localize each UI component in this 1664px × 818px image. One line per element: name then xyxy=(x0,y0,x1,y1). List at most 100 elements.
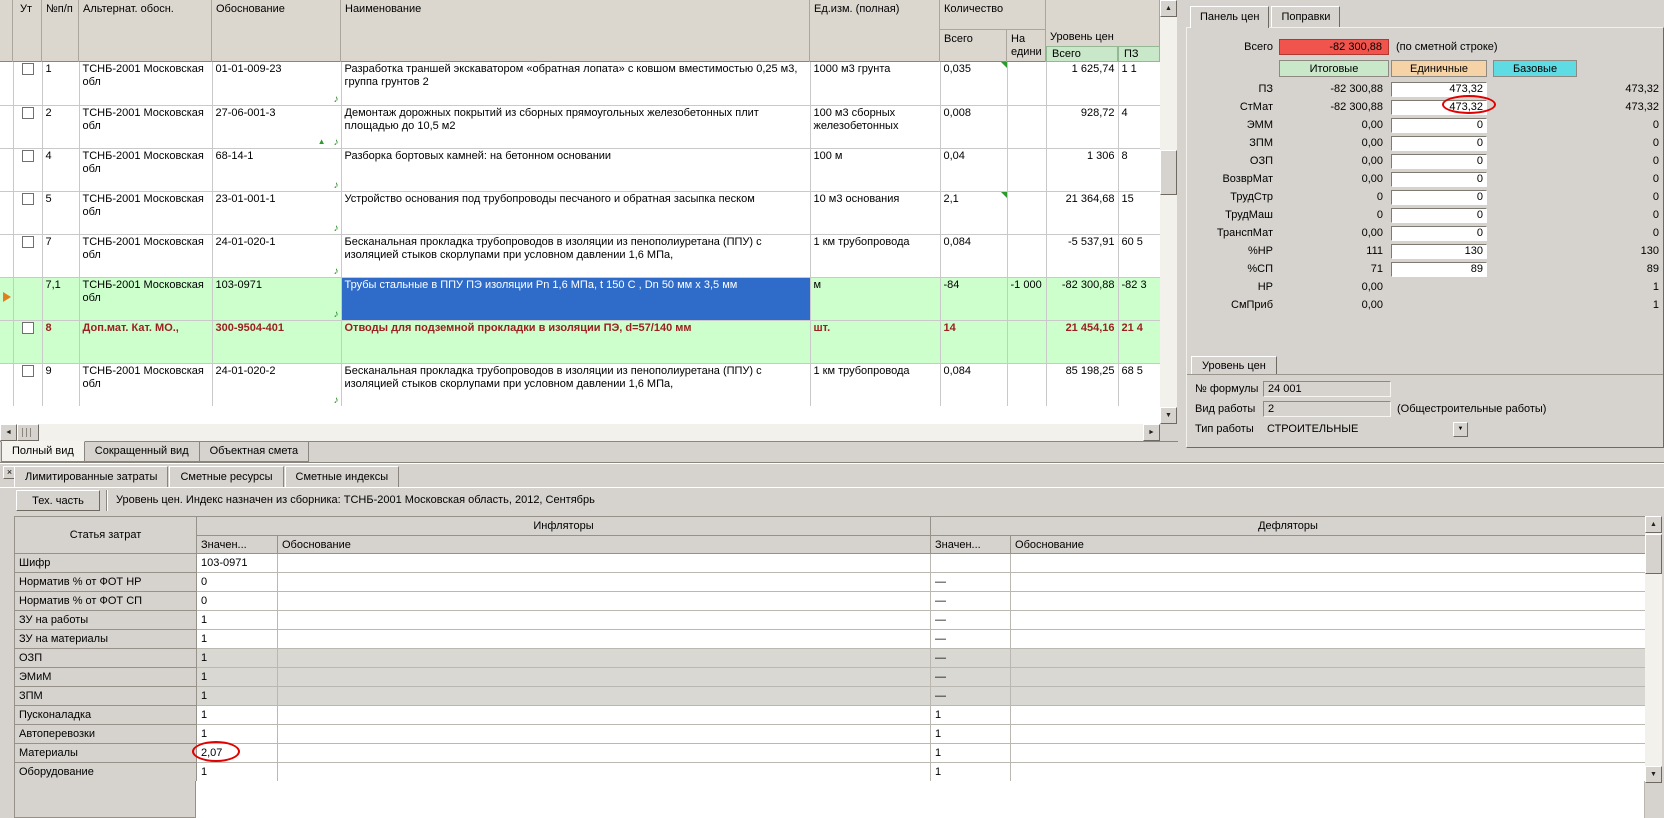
estimate-row-material[interactable]: 8 Доп.мат. Кат. МО., 300-9504-401 Отводы… xyxy=(0,320,1160,363)
formula-number-field[interactable]: 24 001 xyxy=(1263,381,1391,397)
row-checkbox[interactable] xyxy=(22,193,34,205)
row-checkbox[interactable] xyxy=(22,322,34,334)
unit-value-input[interactable]: 0 xyxy=(1391,136,1487,151)
unit-value-input[interactable]: 0 xyxy=(1391,172,1487,187)
scroll-down-button[interactable]: ▼ xyxy=(1160,407,1177,424)
deflator-value-cell[interactable]: 1 xyxy=(931,744,1011,763)
scroll-left-button[interactable]: ◄ xyxy=(0,424,17,441)
tab-short-view[interactable]: Сокращенный вид xyxy=(84,442,200,462)
worktype-kind-value[interactable]: СТРОИТЕЛЬНЫЕ xyxy=(1263,423,1453,435)
norm-icon: ♪ xyxy=(334,181,339,191)
header-name[interactable]: Наименование xyxy=(341,0,810,62)
row-qty-per-unit: -1 000 xyxy=(1007,277,1046,320)
grid-horizontal-scrollbar[interactable]: ◄ ► xyxy=(0,424,1160,441)
total-label: Всего xyxy=(1187,41,1279,53)
tab-full-view[interactable]: Полный вид xyxy=(1,441,85,462)
tab-price-level[interactable]: Уровень цен xyxy=(1191,356,1277,375)
header-quantity-per-unit[interactable]: На едини xyxy=(1007,30,1046,62)
inflator-value-cell[interactable]: 2,07 xyxy=(197,744,278,763)
inflator-value-cell[interactable]: 0 xyxy=(197,573,278,592)
price-rows: ПЗ-82 300,88473,32473,32 СтМат-82 300,88… xyxy=(1187,80,1663,314)
unit-value-input[interactable]: 0 xyxy=(1391,226,1487,241)
scroll-down-button[interactable]: ▼ xyxy=(1645,766,1662,783)
dropdown-arrow-icon[interactable]: ▼ xyxy=(1453,422,1468,437)
unit-value-input[interactable]: 130 xyxy=(1391,244,1487,259)
tab-estimate-indexes[interactable]: Сметные индексы xyxy=(285,466,400,487)
scroll-thumb[interactable] xyxy=(1160,150,1177,195)
row-checkbox[interactable] xyxy=(22,365,34,377)
unit-value-input[interactable]: 0 xyxy=(1391,118,1487,133)
inflator-value-cell[interactable]: 1 xyxy=(197,630,278,649)
estimate-row[interactable]: 7 ТСНБ-2001 Московская обл 24-01-020-1♪ … xyxy=(0,234,1160,277)
row-checkbox[interactable] xyxy=(22,107,34,119)
estimate-row[interactable]: 1 ТСНБ-2001 Московская обл 01-01-009-23♪… xyxy=(0,62,1160,105)
estimate-row-selected[interactable]: 7,1 ТСНБ-2001 Московская обл 103-0971♪ Т… xyxy=(0,277,1160,320)
estimate-row[interactable]: 4 ТСНБ-2001 Московская обл 68-14-1♪ Разб… xyxy=(0,148,1160,191)
row-name-selected-cell[interactable]: Трубы стальные в ППУ ПЭ изоляции Pn 1,6 … xyxy=(341,277,810,320)
divider xyxy=(106,490,108,511)
row-checkbox[interactable] xyxy=(22,150,34,162)
tab-object-estimate[interactable]: Объектная смета xyxy=(199,442,310,462)
tab-estimate-resources[interactable]: Сметные ресурсы xyxy=(169,466,283,487)
unit-value-input[interactable]: 0 xyxy=(1391,190,1487,205)
indexes-vertical-scrollbar[interactable]: ▲ ▼ xyxy=(1645,516,1662,783)
deflator-value-cell[interactable]: — xyxy=(931,630,1011,649)
header-justification[interactable]: Обоснование xyxy=(212,0,341,62)
header-num[interactable]: №п/п xyxy=(42,0,79,62)
header-price-total[interactable]: Всего xyxy=(1046,46,1118,62)
index-row: ЗУ на материалы1— xyxy=(15,630,1646,649)
row-checkbox[interactable] xyxy=(22,236,34,248)
inflator-value-cell[interactable]: 103-0971 xyxy=(197,554,278,573)
inflator-value-cell[interactable]: 0 xyxy=(197,592,278,611)
tech-part-button[interactable]: Тех. часть xyxy=(16,490,100,511)
header-alt-justification[interactable]: Альтернат. обосн. xyxy=(79,0,212,62)
deflator-value-cell[interactable]: — xyxy=(931,573,1011,592)
unit-value-input[interactable]: 89 xyxy=(1391,262,1487,277)
tab-corrections[interactable]: Поправки xyxy=(1271,6,1340,27)
unit-value-input[interactable]: 0 xyxy=(1391,154,1487,169)
header-unit[interactable]: Ед.изм. (полная) xyxy=(810,0,940,62)
deflator-value-cell[interactable]: 1 xyxy=(931,706,1011,725)
inflator-value-cell[interactable]: 1 xyxy=(197,763,278,782)
tab-price-panel[interactable]: Панель цен xyxy=(1190,6,1269,28)
deflator-value-cell[interactable]: 1 xyxy=(931,725,1011,744)
deflator-value-cell[interactable]: — xyxy=(931,668,1011,687)
deflator-value-cell[interactable]: — xyxy=(931,611,1011,630)
row-alt-justification: ТСНБ-2001 Московская обл xyxy=(79,148,212,191)
row-name: Демонтаж дорожных покрытий из сборных пр… xyxy=(341,105,810,148)
header-price-pz[interactable]: ПЗ xyxy=(1118,46,1160,62)
scroll-up-button[interactable]: ▲ xyxy=(1160,0,1177,17)
scroll-right-button[interactable]: ► xyxy=(1143,424,1160,441)
row-alt-justification: ТСНБ-2001 Московская обл xyxy=(79,105,212,148)
deflator-value-cell[interactable]: — xyxy=(931,687,1011,706)
tab-limited-costs[interactable]: Лимитированные затраты xyxy=(14,466,168,487)
scroll-up-button[interactable]: ▲ xyxy=(1645,516,1662,533)
estimate-row[interactable]: 5 ТСНБ-2001 Московская обл 23-01-001-1♪ … xyxy=(0,191,1160,234)
unit-value-input[interactable]: 473,32 xyxy=(1391,100,1487,115)
deflator-value-cell[interactable]: 1 xyxy=(931,763,1011,782)
scroll-thumb[interactable] xyxy=(1645,534,1662,574)
row-checkbox[interactable] xyxy=(22,63,34,75)
inflator-value-cell[interactable]: 1 xyxy=(197,687,278,706)
deflator-value-cell[interactable]: — xyxy=(931,649,1011,668)
inflator-value-cell[interactable]: 1 xyxy=(197,668,278,687)
estimate-row[interactable]: 2 ТСНБ-2001 Московская обл 27-06-001-3▲♪… xyxy=(0,105,1160,148)
estimate-row[interactable]: 9 ТСНБ-2001 Московская обл 24-01-020-2♪ … xyxy=(0,363,1160,406)
unit-value-input[interactable]: 0 xyxy=(1391,208,1487,223)
inflator-value-cell[interactable]: 1 xyxy=(197,649,278,668)
inflator-value-cell[interactable]: 1 xyxy=(197,611,278,630)
grid-vertical-scrollbar[interactable]: ▲ ▼ xyxy=(1160,0,1177,424)
header-quantity-total[interactable]: Всего xyxy=(940,30,1007,62)
deflator-value-cell[interactable] xyxy=(931,554,1011,573)
price-row: ТранспМат0,0000 xyxy=(1187,224,1663,242)
unit-value-input[interactable]: 473,32 xyxy=(1391,82,1487,97)
header-ut[interactable]: Ут xyxy=(13,0,42,62)
pane-splitter-grip[interactable] xyxy=(17,424,39,441)
header-quantity-group[interactable]: Количество xyxy=(940,0,1046,30)
worktype-field[interactable]: 2 xyxy=(1263,401,1391,417)
inflator-value-cell[interactable]: 1 xyxy=(197,725,278,744)
inflator-value-cell[interactable]: 1 xyxy=(197,706,278,725)
header-justification: Обоснование xyxy=(278,536,931,554)
header-price-level-group[interactable]: Уровень цен xyxy=(1046,0,1160,46)
deflator-value-cell[interactable]: — xyxy=(931,592,1011,611)
